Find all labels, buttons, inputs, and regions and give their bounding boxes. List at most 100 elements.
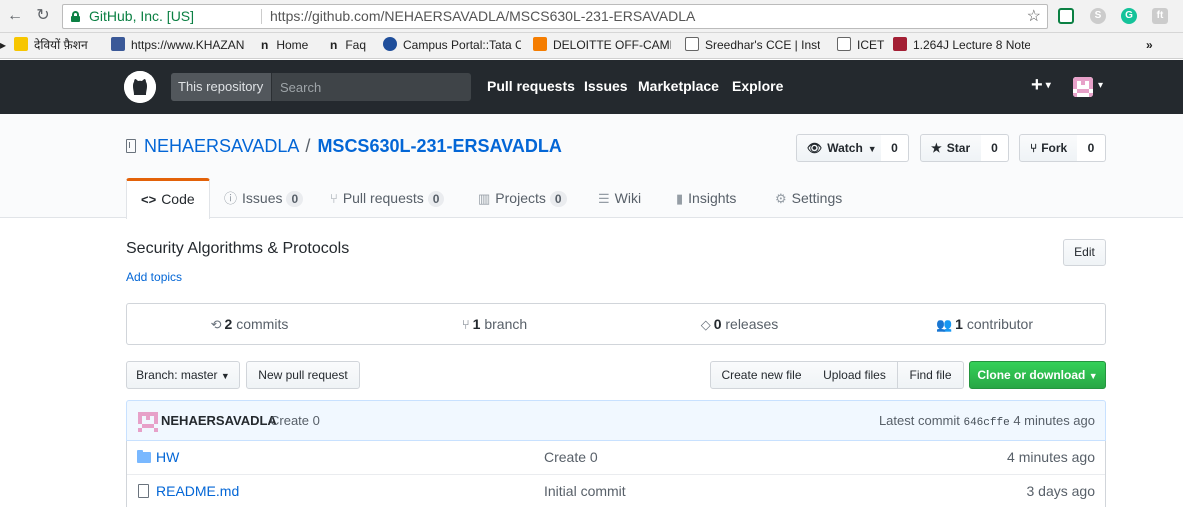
bookmark-item[interactable]: https://www.KHAZAN bbox=[111, 33, 251, 58]
tab-label: Pull requests bbox=[342, 190, 424, 206]
tab-pull-requests[interactable]: ⑂ Pull requests 0 bbox=[330, 178, 445, 218]
file-commit-message[interactable]: Initial commit bbox=[544, 475, 626, 508]
create-new-file-button[interactable]: Create new file bbox=[710, 361, 813, 389]
edit-button[interactable]: Edit bbox=[1063, 239, 1106, 266]
extension-icon[interactable] bbox=[1058, 8, 1074, 24]
issue-icon: ⓘ bbox=[224, 191, 238, 206]
chevron-down-icon: ▼ bbox=[867, 144, 877, 154]
bookmark-label: ICET bbox=[857, 38, 885, 52]
reload-icon[interactable]: ↻ bbox=[34, 7, 52, 25]
nav-explore[interactable]: Explore bbox=[732, 78, 783, 94]
latest-commit-info: Latest commit 646cffe 4 minutes ago bbox=[879, 401, 1095, 443]
bookmark-item[interactable]: ICET bbox=[837, 33, 885, 58]
releases-link[interactable]: ◇ 0 releases bbox=[617, 304, 862, 344]
n-icon: n bbox=[261, 38, 269, 52]
blogger-icon bbox=[533, 37, 547, 51]
mit-icon bbox=[893, 37, 907, 51]
tab-projects[interactable]: ▥ Projects 0 bbox=[478, 178, 567, 218]
commits-label: commits bbox=[236, 316, 289, 332]
tab-label: Wiki bbox=[614, 190, 642, 206]
tab-issues[interactable]: ⓘ Issues 0 bbox=[224, 178, 304, 218]
bookmark-item[interactable]: देवियों फ़ैशन bbox=[14, 33, 88, 58]
repo-owner-link[interactable]: NEHAERSAVADLA bbox=[144, 136, 298, 156]
bookmark-label: Sreedhar's CCE | Insti bbox=[705, 38, 820, 52]
avatar[interactable] bbox=[138, 412, 158, 432]
star-label: Star bbox=[946, 141, 971, 155]
branch-label: branch bbox=[484, 316, 528, 332]
watch-button[interactable]: 👁 Watch ▼ bbox=[796, 134, 882, 162]
create-new-menu[interactable]: + ▾ bbox=[1031, 74, 1051, 97]
upload-files-button[interactable]: Upload files bbox=[812, 361, 898, 389]
commit-age: 4 minutes ago bbox=[1013, 413, 1095, 428]
address-bar[interactable]: GitHub, Inc. [US] https://github.com/NEH… bbox=[62, 4, 1048, 29]
extension-icon[interactable]: ft bbox=[1152, 8, 1168, 24]
commit-sha-link[interactable]: 646cffe bbox=[963, 417, 1009, 429]
project-icon: ▥ bbox=[478, 191, 491, 206]
branches-link[interactable]: ⑂ 1 branch bbox=[372, 304, 617, 344]
avatar[interactable] bbox=[1073, 77, 1093, 97]
pull-request-icon: ⑂ bbox=[330, 191, 338, 206]
bookmark-label: DELOITTE OFF-CAMP bbox=[553, 38, 671, 52]
watch-count[interactable]: 0 bbox=[881, 134, 909, 162]
bookmark-item[interactable]: ▸ bbox=[0, 33, 8, 58]
nav-marketplace[interactable]: Marketplace bbox=[638, 78, 719, 94]
more-bookmarks-icon[interactable]: » bbox=[1146, 33, 1153, 58]
add-topics-link[interactable]: Add topics bbox=[126, 270, 182, 284]
commit-author-link[interactable]: NEHAERSAVADLA bbox=[161, 401, 277, 440]
ev-certificate-label[interactable]: GitHub, Inc. [US] bbox=[89, 5, 194, 28]
search-input[interactable] bbox=[273, 73, 471, 101]
tab-settings[interactable]: ⚙ Settings bbox=[775, 178, 842, 218]
commit-message-link[interactable]: Create 0 bbox=[270, 401, 320, 440]
bookmark-item[interactable]: n Home bbox=[261, 33, 308, 58]
tab-label: Settings bbox=[791, 190, 843, 206]
file-commit-message[interactable]: Create 0 bbox=[544, 441, 598, 474]
nav-issues[interactable]: Issues bbox=[584, 78, 628, 94]
fork-button[interactable]: ⑂ Fork bbox=[1019, 134, 1078, 162]
bookmark-item[interactable]: Campus Portal::Tata C bbox=[383, 33, 521, 58]
chevron-down-icon[interactable]: ▾ bbox=[1098, 80, 1103, 91]
skype-icon[interactable]: S bbox=[1090, 8, 1106, 24]
table-row: HW Create 0 4 minutes ago bbox=[127, 441, 1105, 474]
branch-count: 1 bbox=[472, 316, 481, 332]
commits-link[interactable]: ⟲ 2 commits bbox=[127, 304, 372, 344]
releases-count: 0 bbox=[713, 316, 722, 332]
bookmark-item[interactable]: 1.264J Lecture 8 Note bbox=[893, 33, 1030, 58]
file-name-link[interactable]: README.md bbox=[156, 475, 239, 508]
tata-icon bbox=[383, 37, 397, 51]
fork-count[interactable]: 0 bbox=[1077, 134, 1106, 162]
star-icon: ★ bbox=[931, 141, 942, 155]
repo-path-separator: / bbox=[305, 136, 311, 156]
new-pull-request-button[interactable]: New pull request bbox=[246, 361, 360, 389]
facebook-icon bbox=[111, 37, 125, 51]
url-text[interactable]: https://github.com/NEHAERSAVADLA/MSCS630… bbox=[270, 5, 695, 28]
file-name-link[interactable]: HW bbox=[156, 441, 179, 474]
tab-label: Issues bbox=[242, 190, 283, 206]
chevron-down-icon: ▼ bbox=[1088, 371, 1098, 381]
repo-name-link[interactable]: MSCS630L-231-ERSAVADLA bbox=[317, 136, 561, 156]
contributor-label: contributor bbox=[966, 316, 1034, 332]
contributors-link[interactable]: 👥 1 contributor bbox=[862, 304, 1107, 344]
star-icon[interactable]: ☆ bbox=[1027, 5, 1041, 28]
bookmark-item[interactable]: Sreedhar's CCE | Insti bbox=[685, 33, 820, 58]
repo-description: Security Algorithms & Protocols bbox=[126, 240, 350, 257]
lock-icon bbox=[71, 11, 80, 22]
star-button[interactable]: ★ Star bbox=[920, 134, 982, 162]
site-header: This repository Pull requests Issues Mar… bbox=[0, 60, 1183, 114]
bookmark-item[interactable]: DELOITTE OFF-CAMP bbox=[533, 33, 671, 58]
bookmark-item[interactable]: n Faq bbox=[330, 33, 366, 58]
tab-wiki[interactable]: ☰ Wiki bbox=[598, 178, 641, 218]
file-age: 4 minutes ago bbox=[1007, 449, 1095, 465]
search-scope-label: This repository bbox=[171, 73, 272, 101]
nav-pull-requests[interactable]: Pull requests bbox=[487, 78, 575, 94]
flipkart-icon bbox=[14, 37, 28, 51]
tab-code[interactable]: <> Code bbox=[126, 178, 210, 219]
tab-insights[interactable]: ▮ Insights bbox=[676, 178, 736, 218]
folder-icon bbox=[137, 450, 151, 463]
grammarly-icon[interactable]: G bbox=[1121, 8, 1137, 24]
back-arrow-icon[interactable]: ← bbox=[6, 7, 24, 25]
branch-select-button[interactable]: Branch: master ▼ bbox=[126, 361, 240, 389]
star-count[interactable]: 0 bbox=[981, 134, 1009, 162]
clone-or-download-button[interactable]: Clone or download ▼ bbox=[969, 361, 1106, 389]
find-file-button[interactable]: Find file bbox=[897, 361, 964, 389]
github-logo-icon[interactable] bbox=[124, 71, 156, 103]
